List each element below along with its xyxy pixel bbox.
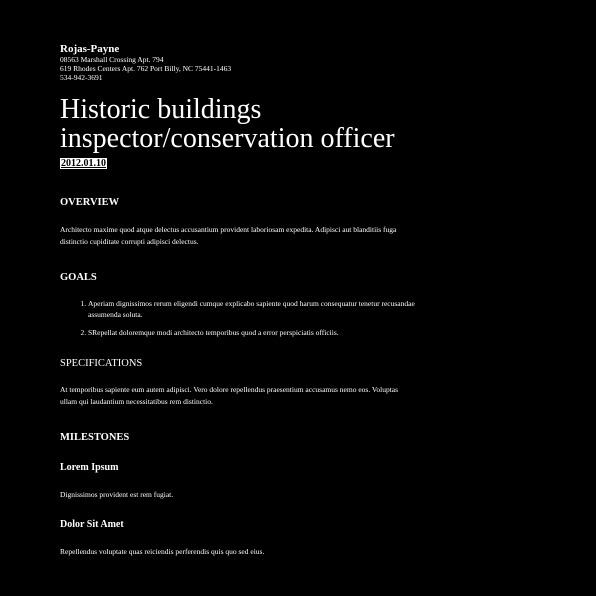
phone-number: 534-942-3691	[60, 73, 103, 82]
address-line-2: 619 Rhodes Centers Apt. 762 Port Billy, …	[60, 64, 232, 73]
milestone-title: Lorem Ipsum	[60, 462, 119, 473]
milestones-heading: MILESTONES	[60, 432, 130, 443]
goal-item: SRepellat doloremque modi architecto tem…	[88, 327, 428, 338]
specifications-heading: SPECIFICATIONS	[60, 358, 143, 369]
overview-heading: OVERVIEW	[60, 197, 120, 208]
page-title-line-2: inspector/conservation officer	[60, 123, 395, 154]
goals-heading: GOALS	[60, 272, 97, 283]
goals-list: Aperiam dignissimos rerum eligendi cumqu…	[60, 298, 428, 338]
milestone-text: Repellendus voluptate quas reiciendis pe…	[60, 547, 265, 556]
goal-item: Aperiam dignissimos rerum eligendi cumqu…	[88, 298, 428, 320]
specifications-text: At temporibus sapiente eum autem adipisc…	[60, 385, 399, 406]
document-date: 2012.01.10	[60, 158, 107, 169]
milestone-title: Dolor Sit Amet	[60, 519, 124, 530]
milestone-text: Dignissimos provident est rem fugiat.	[60, 490, 174, 499]
page-title-line-1: Historic buildings	[60, 94, 262, 125]
overview-text: Architecto maxime quod atque delectus ac…	[60, 225, 397, 246]
address-line-1: 08563 Marshall Crossing Apt. 794	[60, 55, 164, 64]
page-title: Historic buildings inspector/conservatio…	[60, 95, 440, 153]
company-name: Rojas-Payne	[60, 43, 120, 55]
document-page: Rojas-Payne 08563 Marshall Crossing Apt.…	[60, 43, 440, 558]
